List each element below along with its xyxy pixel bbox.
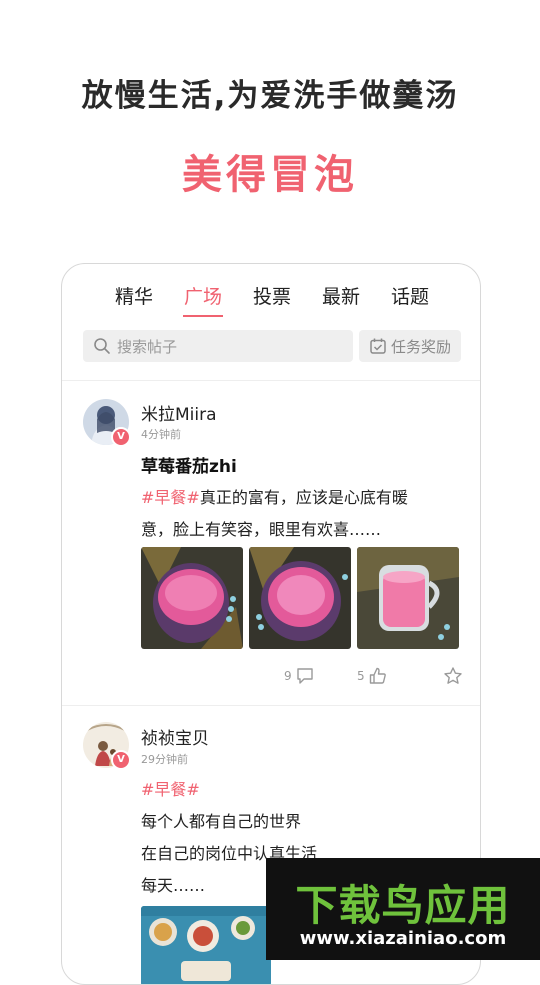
post-image[interactable]: [141, 906, 271, 984]
thumbs-up-icon: [368, 666, 388, 686]
tab-latest[interactable]: 最新: [313, 282, 369, 312]
post-title[interactable]: 草莓番茄zhi: [141, 452, 237, 477]
post-text-line: 意，脸上有笑容，眼里有欢喜……: [141, 520, 382, 539]
favorite-button[interactable]: [440, 666, 463, 686]
post-actions: 9 5: [62, 666, 480, 690]
search-placeholder: 搜索帖子: [117, 337, 178, 356]
divider: [62, 380, 480, 381]
post-image[interactable]: [249, 547, 351, 649]
headline: 放慢生活,为爱洗手做羹汤: [81, 78, 459, 114]
comment-button[interactable]: 9: [284, 666, 315, 686]
post-text-line: 每个人都有自己的世界: [141, 812, 302, 831]
like-button[interactable]: 5: [357, 666, 388, 686]
comment-icon: [295, 666, 315, 686]
post-username[interactable]: 米拉Miira: [141, 400, 217, 425]
avatar[interactable]: V: [83, 399, 131, 447]
verified-badge-icon: V: [111, 427, 131, 447]
task-calendar-icon: [369, 337, 387, 355]
star-icon: [443, 666, 463, 686]
subheadline: 美得冒泡: [182, 152, 358, 198]
search-icon: [93, 337, 111, 355]
watermark-banner: 下载鸟应用 www.xiazainiao.com: [266, 858, 540, 960]
task-reward-label: 任务奖励: [390, 337, 451, 356]
post-text-line: #早餐#真正的富有，应该是心底有暖: [141, 484, 408, 508]
task-reward-button[interactable]: 任务奖励: [359, 330, 461, 362]
topic-tag[interactable]: #早餐#: [141, 776, 200, 800]
post-text: 真正的富有，应该是心底有暖: [199, 488, 408, 507]
watermark-title: 下载鸟应用: [295, 881, 511, 930]
tab-bar: 精华 广场 投票 最新 话题: [62, 282, 480, 318]
topic-tag[interactable]: #早餐#: [141, 488, 200, 507]
tab-topics[interactable]: 话题: [382, 282, 438, 312]
like-count: 5: [357, 669, 365, 683]
tab-square[interactable]: 广场: [175, 282, 231, 317]
post-text-line: 每天……: [141, 876, 206, 895]
verified-badge-icon: V: [111, 750, 131, 770]
comment-count: 9: [284, 669, 292, 683]
divider: [62, 705, 480, 706]
avatar[interactable]: V: [83, 722, 131, 770]
post-time: 29分钟前: [141, 753, 188, 766]
post-time: 4分钟前: [141, 428, 181, 441]
search-input[interactable]: 搜索帖子: [83, 330, 353, 362]
tab-featured[interactable]: 精华: [106, 282, 162, 312]
post-image[interactable]: [141, 547, 243, 649]
post-username[interactable]: 祯祯宝贝: [141, 724, 209, 749]
watermark-url: www.xiazainiao.com: [299, 928, 507, 949]
post-image[interactable]: [357, 547, 459, 649]
tab-vote[interactable]: 投票: [244, 282, 300, 312]
